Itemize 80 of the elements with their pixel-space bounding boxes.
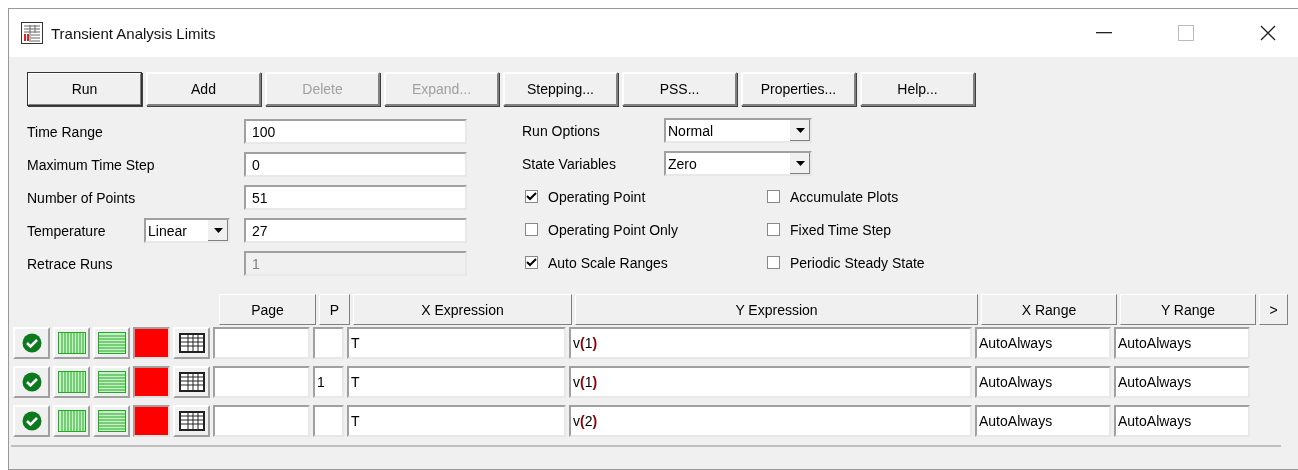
table-cell[interactable] — [313, 405, 344, 437]
color-swatch[interactable] — [133, 366, 170, 398]
table-cell[interactable] — [213, 327, 310, 359]
mode-dropdown[interactable]: Linear — [144, 218, 230, 243]
option-label: State Variables — [522, 155, 617, 172]
checkbox-label: Fixed Time Step — [790, 221, 892, 238]
horizontal-grid-icon[interactable] — [97, 410, 126, 432]
checkbox-label: Auto Scale Ranges — [548, 254, 668, 271]
vertical-grid-icon[interactable] — [57, 371, 86, 393]
input-field[interactable]: 27 — [244, 218, 467, 243]
more-columns-button[interactable]: > — [1259, 294, 1288, 325]
column-header[interactable]: Page — [219, 294, 316, 325]
column-header[interactable]: X Range — [981, 294, 1117, 325]
checkbox-label: Operating Point Only — [548, 221, 678, 238]
toolbar-button[interactable]: Help... — [860, 72, 975, 106]
table-cell[interactable]: v(1) — [569, 327, 972, 359]
toolbar-button[interactable]: Add — [146, 72, 261, 106]
checkbox-label: Operating Point — [548, 188, 646, 205]
column-header[interactable]: Y Expression — [575, 294, 978, 325]
table-cell[interactable]: AutoAlways — [975, 366, 1111, 398]
horizontal-grid-icon[interactable] — [97, 371, 126, 393]
caret-icon — [795, 161, 805, 166]
checkbox[interactable] — [525, 223, 538, 236]
check-circle-icon[interactable] — [21, 372, 42, 392]
color-swatch[interactable] — [133, 327, 170, 359]
field-label: Retrace Runs — [27, 255, 114, 272]
table-cell[interactable] — [213, 366, 310, 398]
input-field[interactable]: 0 — [244, 152, 467, 177]
table-cell[interactable]: T — [347, 366, 566, 398]
checkbox-label: Periodic Steady State — [790, 254, 925, 271]
table-cell[interactable]: AutoAlways — [1114, 327, 1250, 359]
toolbar-button[interactable]: Stepping... — [503, 72, 618, 106]
horizontal-grid-icon[interactable] — [97, 332, 126, 354]
dropdown[interactable]: Normal — [664, 118, 812, 143]
window-title: Transient Analysis Limits — [51, 24, 216, 42]
check-circle-icon[interactable] — [21, 411, 42, 431]
vertical-grid-icon[interactable] — [57, 410, 86, 432]
checkbox[interactable] — [525, 190, 538, 203]
color-swatch[interactable] — [133, 405, 170, 437]
option-label: Run Options — [522, 122, 601, 139]
close-icon[interactable] — [1260, 25, 1276, 41]
caret-icon — [795, 128, 805, 133]
app-icon — [21, 22, 43, 44]
check-circle-icon[interactable] — [21, 333, 42, 353]
column-header[interactable]: Y Range — [1120, 294, 1256, 325]
field-label: Number of Points — [27, 189, 137, 206]
table-icon[interactable] — [178, 372, 205, 392]
input-field[interactable]: 51 — [244, 185, 467, 210]
table-cell[interactable]: v(2) — [569, 405, 972, 437]
minimize-icon[interactable] — [1096, 32, 1112, 34]
table-cell[interactable]: T — [347, 327, 566, 359]
table-cell[interactable]: AutoAlways — [975, 327, 1111, 359]
toolbar-button[interactable]: PSS... — [622, 72, 737, 106]
table-cell[interactable]: T — [347, 405, 566, 437]
table-cell[interactable] — [313, 327, 344, 359]
field-label: Time Range — [27, 123, 104, 140]
caret-icon — [213, 228, 223, 233]
checkbox[interactable] — [767, 223, 780, 236]
maximize-icon[interactable] — [1178, 25, 1194, 41]
table-cell[interactable]: AutoAlways — [975, 405, 1111, 437]
table-icon[interactable] — [178, 333, 205, 353]
column-header[interactable]: P — [319, 294, 350, 325]
checkbox[interactable] — [767, 190, 780, 203]
table-icon[interactable] — [178, 411, 205, 431]
table-cell[interactable]: AutoAlways — [1114, 405, 1250, 437]
toolbar-button[interactable]: Properties... — [741, 72, 856, 106]
checkbox[interactable] — [525, 256, 538, 269]
field-label: Temperature — [27, 222, 107, 239]
field-label: Maximum Time Step — [27, 156, 156, 173]
checkbox-label: Accumulate Plots — [790, 188, 899, 205]
input-field[interactable]: 100 — [244, 119, 467, 144]
column-header[interactable]: X Expression — [353, 294, 572, 325]
table-cell[interactable]: AutoAlways — [1114, 366, 1250, 398]
table-cell[interactable] — [213, 405, 310, 437]
table-cell[interactable]: v(1) — [569, 366, 972, 398]
table-cell[interactable]: 1 — [313, 366, 344, 398]
toolbar-button[interactable]: Run — [27, 72, 142, 106]
vertical-grid-icon[interactable] — [57, 332, 86, 354]
dropdown[interactable]: Zero — [664, 151, 812, 176]
checkbox[interactable] — [767, 256, 780, 269]
